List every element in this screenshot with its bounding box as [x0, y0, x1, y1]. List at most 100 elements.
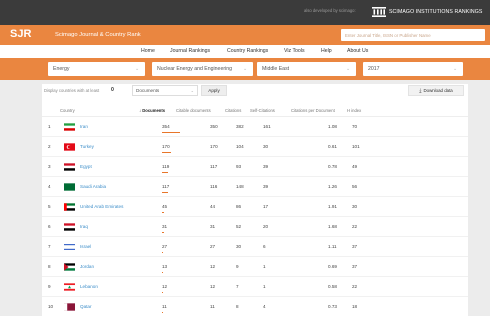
country-flag-icon	[64, 203, 75, 211]
nav-about-us[interactable]: About Us	[347, 48, 368, 54]
table-header: Country ↓ Documents Citable documents Ci…	[42, 103, 468, 117]
citations-cell: 8	[236, 304, 239, 309]
documents-cell: 119	[162, 164, 170, 169]
citations-cell: 382	[236, 124, 244, 129]
main-nav: Home Journal Rankings Country Rankings V…	[0, 45, 490, 58]
citations-cell: 148	[236, 184, 244, 189]
min-threshold-value[interactable]: 0	[111, 87, 114, 93]
country-link[interactable]: Israel	[80, 244, 91, 249]
table-row: 1 Iran 354 350 382 161 1.08 70	[42, 118, 468, 137]
rank-cell: 3	[48, 164, 51, 169]
building-icon	[372, 7, 386, 17]
documents-bar	[162, 232, 164, 234]
country-link[interactable]: Saudi Arabia	[80, 184, 106, 189]
h-index-cell: 70	[352, 124, 358, 129]
citable-documents-cell: 116	[210, 184, 218, 189]
site-subtitle[interactable]: Scimago Journal & Country Rank	[55, 32, 141, 38]
display-threshold-label: Display countries with at least	[44, 88, 100, 93]
documents-cell: 11	[162, 304, 167, 309]
table-row: 2 Turkey 170 170 104 30 0.61 101	[42, 138, 468, 157]
subject-area-select[interactable]: Energy ⌄	[48, 62, 145, 76]
citable-documents-cell: 170	[210, 144, 218, 149]
self-citations-cell: 1	[263, 264, 266, 269]
nav-viz-tools[interactable]: Viz Tools	[284, 48, 305, 54]
chevron-down-icon: ⌄	[190, 88, 194, 93]
column-citations[interactable]: Citations	[225, 108, 241, 113]
apply-button[interactable]: Apply	[201, 85, 227, 96]
download-icon: ⤓	[419, 87, 422, 94]
column-self-citations[interactable]: Self-Citations	[250, 108, 275, 113]
nav-help[interactable]: Help	[321, 48, 332, 54]
country-flag-icon	[64, 263, 75, 271]
citations-cell: 30	[236, 244, 242, 249]
scimago-institutions-link[interactable]: SCIMAGO INSTITUTIONS RANKINGS	[372, 5, 482, 19]
country-link[interactable]: Turkey	[80, 144, 94, 149]
year-select[interactable]: 2017 ⌄	[363, 62, 463, 76]
h-index-cell: 37	[352, 264, 358, 269]
self-citations-cell: 17	[263, 204, 269, 209]
region-value: Middle East	[262, 66, 290, 72]
citations-per-document-cell: 1.68	[328, 224, 337, 229]
rank-cell: 1	[48, 124, 51, 129]
table-row: 9 Lebanon 12 12 7 1 0.58 22	[42, 278, 468, 297]
country-flag-icon	[64, 223, 75, 231]
self-citations-cell: 20	[263, 224, 269, 229]
column-documents-label: Documents	[142, 108, 166, 113]
nav-home[interactable]: Home	[141, 48, 155, 54]
citations-cell: 93	[236, 164, 242, 169]
country-link[interactable]: Jordan	[80, 264, 94, 269]
column-country[interactable]: Country	[60, 108, 75, 113]
country-link[interactable]: Lebanon	[80, 284, 98, 289]
documents-bar	[162, 312, 163, 314]
table-row: 8 Jordan 13 12 9 1 0.69 37	[42, 258, 468, 277]
top-strip: also developed by scimago: SCIMAGO INSTI…	[0, 0, 490, 25]
documents-cell: 13	[162, 264, 168, 269]
download-data-label: Download data	[423, 88, 453, 93]
also-developed-text: also developed by scimago:	[304, 8, 356, 13]
documents-bar	[162, 152, 171, 154]
download-data-button[interactable]: ⤓ Download data	[408, 85, 464, 96]
nav-country-rankings[interactable]: Country Rankings	[227, 48, 268, 54]
country-link[interactable]: United Arab Emirates	[80, 204, 123, 209]
threshold-metric-select[interactable]: Documents ⌄	[132, 85, 198, 96]
journal-search-input[interactable]	[341, 29, 485, 41]
citations-per-document-cell: 0.69	[328, 264, 337, 269]
country-flag-icon	[64, 283, 75, 291]
rank-cell: 10	[48, 304, 54, 309]
country-link[interactable]: Qatar	[80, 304, 92, 309]
table-row: 4 Saudi Arabia 117 116 148 39 1.26 56	[42, 178, 468, 197]
documents-bar	[162, 212, 165, 214]
country-flag-icon	[64, 143, 75, 151]
citations-cell: 52	[236, 224, 242, 229]
nav-journal-rankings[interactable]: Journal Rankings	[170, 48, 210, 54]
citations-per-document-cell: 0.73	[328, 304, 337, 309]
citable-documents-cell: 31	[210, 224, 216, 229]
self-citations-cell: 1	[263, 284, 266, 289]
region-select[interactable]: Middle East ⌄	[257, 62, 356, 76]
documents-bar	[162, 292, 163, 294]
column-citations-per-document[interactable]: Citations per Document	[291, 108, 335, 113]
rank-cell: 9	[48, 284, 51, 289]
sjr-logo[interactable]: SJR	[10, 28, 31, 40]
self-citations-cell: 161	[263, 124, 271, 129]
citations-per-document-cell: 1.11	[328, 244, 337, 249]
citable-documents-cell: 11	[210, 304, 215, 309]
table-controls: Display countries with at least 0 Docume…	[42, 84, 468, 99]
country-link[interactable]: Iraq	[80, 224, 88, 229]
chevron-down-icon: ⌄	[453, 65, 458, 72]
country-link[interactable]: Egypt	[80, 164, 92, 169]
column-citable-documents[interactable]: Citable documents	[176, 108, 211, 113]
self-citations-cell: 39	[263, 164, 269, 169]
column-documents[interactable]: ↓ Documents	[139, 108, 165, 113]
column-h-index[interactable]: H index	[347, 108, 361, 113]
table-row: 3 Egypt 119 117 93 39 0.78 49	[42, 158, 468, 177]
ranking-panel: Display countries with at least 0 Docume…	[42, 84, 468, 316]
subject-category-select[interactable]: Nuclear Energy and Engineering ⌄	[152, 62, 253, 76]
rank-cell: 5	[48, 204, 51, 209]
filter-bar: Energy ⌄ Nuclear Energy and Engineering …	[0, 58, 490, 80]
citations-cell: 7	[236, 284, 239, 289]
country-link[interactable]: Iran	[80, 124, 88, 129]
citations-cell: 86	[236, 204, 242, 209]
h-index-cell: 101	[352, 144, 360, 149]
documents-cell: 117	[162, 184, 170, 189]
